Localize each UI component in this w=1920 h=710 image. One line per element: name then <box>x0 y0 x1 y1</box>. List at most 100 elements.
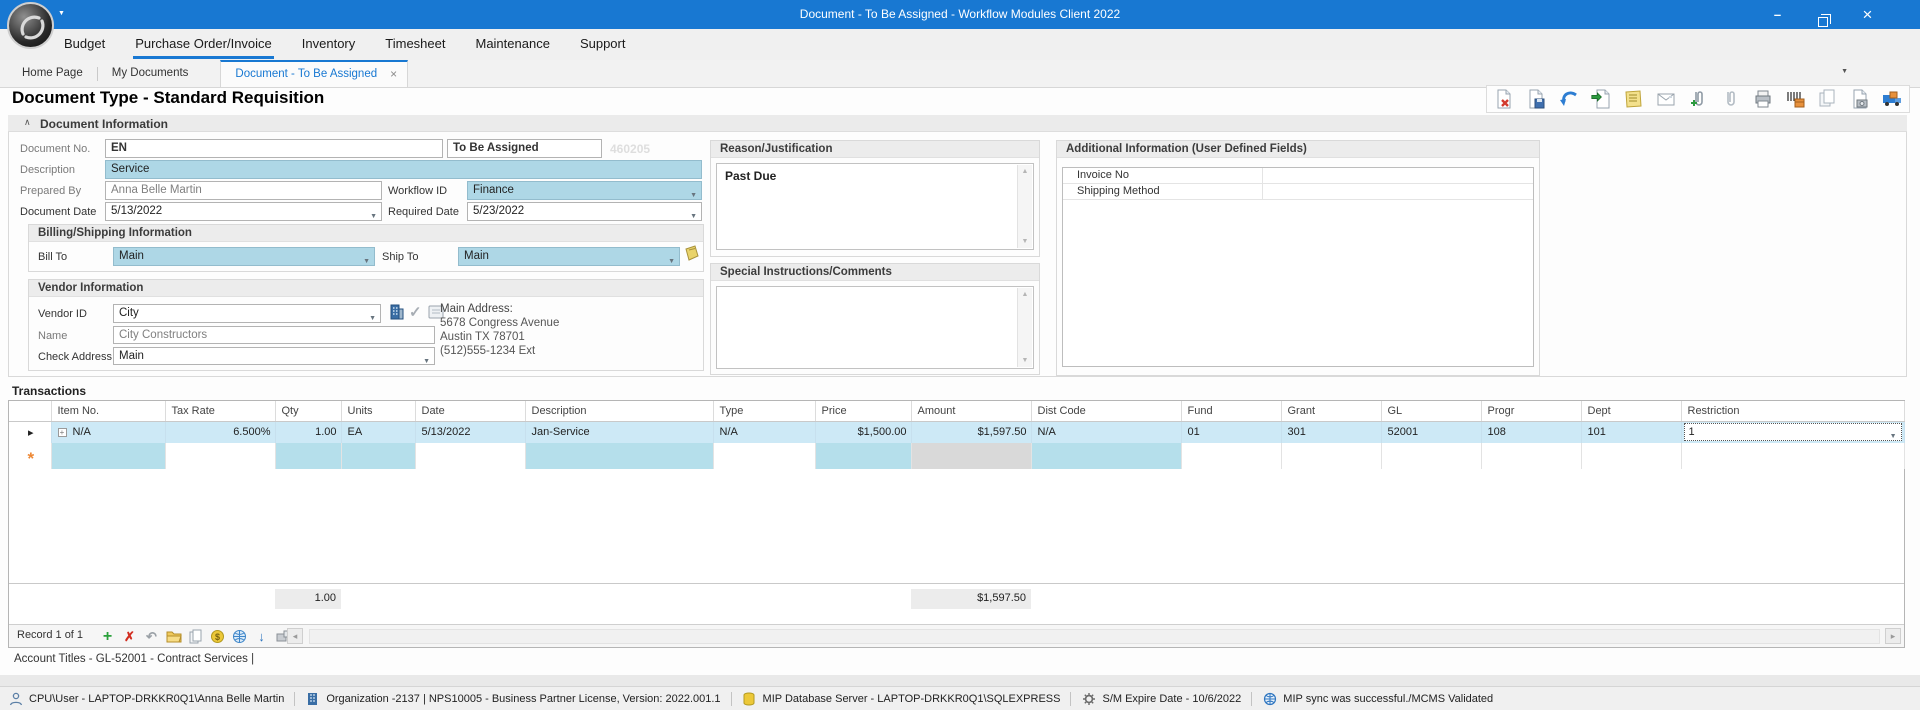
add-attachment-icon[interactable] <box>1686 88 1710 110</box>
scroll-down-icon[interactable] <box>1018 238 1032 245</box>
col-header-tax-rate[interactable]: Tax Rate <box>165 401 275 421</box>
new-row-cell[interactable] <box>1031 443 1181 469</box>
col-header-description[interactable]: Description <box>525 401 713 421</box>
delete-row-icon[interactable] <box>121 628 138 645</box>
document-date-dropdown[interactable]: 5/13/2022 <box>105 202 382 221</box>
bill-to-dropdown[interactable]: Main <box>113 247 375 266</box>
dropdown-caret-icon[interactable] <box>690 187 697 200</box>
undo-row-icon[interactable] <box>143 628 160 645</box>
close-button[interactable] <box>1845 0 1890 29</box>
dropdown-caret-icon[interactable] <box>369 310 376 323</box>
new-row-cell[interactable] <box>911 443 1031 469</box>
menu-item-timesheet[interactable]: Timesheet <box>383 29 447 60</box>
new-row-cell[interactable] <box>525 443 713 469</box>
scroll-left-button[interactable] <box>287 628 303 644</box>
col-header-date[interactable]: Date <box>415 401 525 421</box>
horizontal-scrollbar[interactable] <box>309 629 1880 644</box>
document-no-input[interactable]: EN <box>105 139 443 158</box>
cell-qty[interactable]: 1.00 <box>275 421 341 443</box>
col-header-restriction[interactable]: Restriction <box>1681 401 1904 421</box>
col-header-grant[interactable]: Grant <box>1281 401 1381 421</box>
col-header-units[interactable]: Units <box>341 401 415 421</box>
ship-to-dropdown[interactable]: Main <box>458 247 680 266</box>
cell-type[interactable]: N/A <box>713 421 815 443</box>
menu-item-maintenance[interactable]: Maintenance <box>473 29 551 60</box>
route-document-icon[interactable] <box>1589 88 1613 110</box>
scroll-right-button[interactable] <box>1885 628 1901 644</box>
address-book-icon[interactable] <box>683 244 701 267</box>
description-input[interactable]: Service <box>105 160 702 179</box>
tab-my-documents[interactable]: My Documents <box>98 60 203 87</box>
udf-value[interactable] <box>1263 168 1533 183</box>
save-document-icon[interactable] <box>1524 88 1548 110</box>
cell-item-no[interactable]: +N/A <box>51 421 165 443</box>
menu-item-budget[interactable]: Budget <box>62 29 107 60</box>
expand-row-icon[interactable]: + <box>58 428 67 437</box>
new-row-cell[interactable] <box>1181 443 1281 469</box>
maximize-button[interactable] <box>1800 0 1845 29</box>
row-selector-cell[interactable] <box>9 421 51 443</box>
attachments-icon[interactable] <box>1718 88 1742 110</box>
check-address-id-dropdown[interactable]: Main <box>113 347 435 365</box>
cell-restriction[interactable]: 1 <box>1681 421 1904 443</box>
collapse-chevron-icon[interactable] <box>24 117 31 128</box>
budget-check-icon[interactable]: $ <box>209 628 226 645</box>
new-transaction-row[interactable] <box>9 443 1904 469</box>
app-logo-icon[interactable] <box>7 2 54 49</box>
required-date-dropdown[interactable]: 5/23/2022 <box>467 202 702 221</box>
udf-row-invoice-no[interactable]: Invoice No <box>1063 168 1533 184</box>
reason-justification-textarea[interactable]: Past Due <box>716 163 1034 250</box>
col-header-progr[interactable]: Progr <box>1481 401 1581 421</box>
receive-items-icon[interactable] <box>1783 88 1807 110</box>
menu-item-purchase-order-invoice[interactable]: Purchase Order/Invoice <box>133 29 274 60</box>
delivery-truck-icon[interactable] <box>1880 88 1904 110</box>
udf-row-shipping-method[interactable]: Shipping Method <box>1063 184 1533 200</box>
tab-home-page[interactable]: Home Page <box>8 60 97 87</box>
web-lookup-icon[interactable] <box>231 628 248 645</box>
tab-strip-dropdown-icon[interactable] <box>1841 68 1848 75</box>
cell-gl[interactable]: 52001 <box>1381 421 1481 443</box>
restriction-editor[interactable]: 1 <box>1684 423 1902 441</box>
new-row-cell[interactable] <box>51 443 165 469</box>
copy-row-icon[interactable] <box>187 628 204 645</box>
menu-item-support[interactable]: Support <box>578 29 628 60</box>
dropdown-caret-icon[interactable] <box>363 253 370 266</box>
col-header-type[interactable]: Type <box>713 401 815 421</box>
workflow-id-dropdown[interactable]: Finance <box>467 181 702 200</box>
memo-icon[interactable] <box>1621 88 1645 110</box>
col-header-qty[interactable]: Qty <box>275 401 341 421</box>
cell-fund[interactable]: 01 <box>1181 421 1281 443</box>
transaction-row[interactable]: +N/A 6.500% 1.00 EA 5/13/2022 Jan-Servic… <box>9 421 1904 443</box>
print-icon[interactable] <box>1751 88 1775 110</box>
cell-grant[interactable]: 301 <box>1281 421 1381 443</box>
validate-check-icon[interactable] <box>409 303 422 321</box>
vendor-id-dropdown[interactable]: City <box>113 304 381 323</box>
dropdown-caret-icon[interactable] <box>370 208 377 221</box>
col-header-amount[interactable]: Amount <box>911 401 1031 421</box>
tab-document-to-be-assigned[interactable]: Document - To Be Assigned <box>220 60 408 87</box>
cell-units[interactable]: EA <box>341 421 415 443</box>
new-row-cell[interactable] <box>341 443 415 469</box>
new-row-cell[interactable] <box>1581 443 1681 469</box>
dropdown-caret-icon[interactable] <box>423 353 430 365</box>
cell-amount[interactable]: $1,597.50 <box>911 421 1031 443</box>
send-back-icon[interactable] <box>1557 88 1581 110</box>
add-row-icon[interactable] <box>99 628 116 645</box>
vendor-lookup-icon[interactable] <box>388 303 405 326</box>
cell-tax-rate[interactable]: 6.500% <box>165 421 275 443</box>
open-template-icon[interactable] <box>165 628 182 645</box>
col-header-dist-code[interactable]: Dist Code <box>1031 401 1181 421</box>
cell-price[interactable]: $1,500.00 <box>815 421 911 443</box>
new-row-cell[interactable] <box>1681 443 1904 469</box>
udf-value[interactable] <box>1263 184 1533 199</box>
new-row-cell[interactable] <box>713 443 815 469</box>
scroll-up-icon[interactable] <box>1018 168 1032 175</box>
scroll-down-icon[interactable] <box>1018 357 1032 364</box>
copy-document-icon[interactable] <box>1815 88 1839 110</box>
col-header-gl[interactable]: GL <box>1381 401 1481 421</box>
new-row-cell[interactable] <box>1281 443 1381 469</box>
scrollbar[interactable] <box>1017 288 1032 367</box>
col-header-fund[interactable]: Fund <box>1181 401 1281 421</box>
new-row-cell[interactable] <box>275 443 341 469</box>
minimize-button[interactable] <box>1755 0 1800 29</box>
